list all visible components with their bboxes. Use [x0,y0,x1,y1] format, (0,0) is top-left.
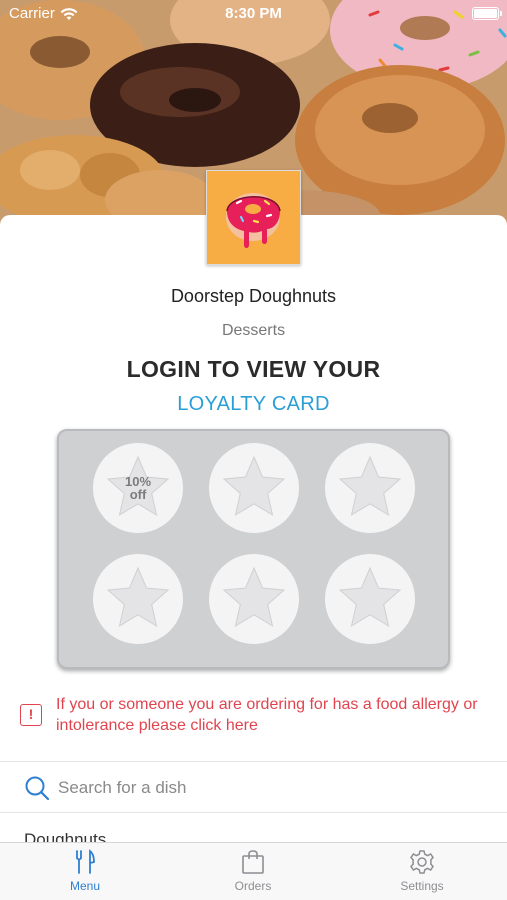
dish-search[interactable]: Search for a dish [24,775,187,801]
login-heading: LOGIN TO VIEW YOUR [126,356,381,382]
loyalty-stamp-card[interactable]: 10% off [57,429,450,669]
allergy-notice-text[interactable]: If you or someone you are ordering for h… [56,694,500,736]
stamp-slot [93,554,183,644]
restaurant-name: Doorstep Doughnuts [170,286,337,306]
divider [0,812,507,813]
menu-section-heading: Doughnuts [24,830,107,842]
star-icon [222,455,286,517]
divider [0,761,507,762]
star-icon [338,455,402,517]
loyalty-card-link[interactable]: LOYALTY CARD [0,393,507,416]
stamp-slot: 10% off [93,443,183,533]
tab-menu[interactable]: Menu [25,849,145,893]
utensils-icon [76,849,95,874]
gear-icon [410,850,434,874]
star-icon [106,566,170,628]
bag-icon [242,850,264,874]
battery-icon [472,7,502,20]
tab-orders[interactable]: Orders [193,849,313,893]
tab-settings[interactable]: Settings [362,849,482,893]
tab-label: Orders [234,879,272,893]
alert-icon: ! [20,704,42,726]
stamp-reward-label: 10% off [124,474,152,502]
stamp-slot [209,554,299,644]
stamp-slot [325,554,415,644]
status-bar: Carrier 8:30 PM [0,0,507,28]
restaurant-logo [206,170,301,265]
search-icon [25,776,50,801]
status-time: 8:30 PM [225,5,282,22]
star-icon [222,566,286,628]
restaurant-category: Desserts [221,322,286,339]
tab-bar: Menu Orders Settings [0,842,507,900]
star-icon [338,566,402,628]
tab-label: Settings [400,879,444,893]
stamp-slot [325,443,415,533]
stamp-slot [209,443,299,533]
search-input[interactable]: Search for a dish [58,778,187,798]
allergy-notice[interactable]: ! If you or someone you are ordering for… [20,694,500,736]
tab-label: Menu [69,879,101,893]
